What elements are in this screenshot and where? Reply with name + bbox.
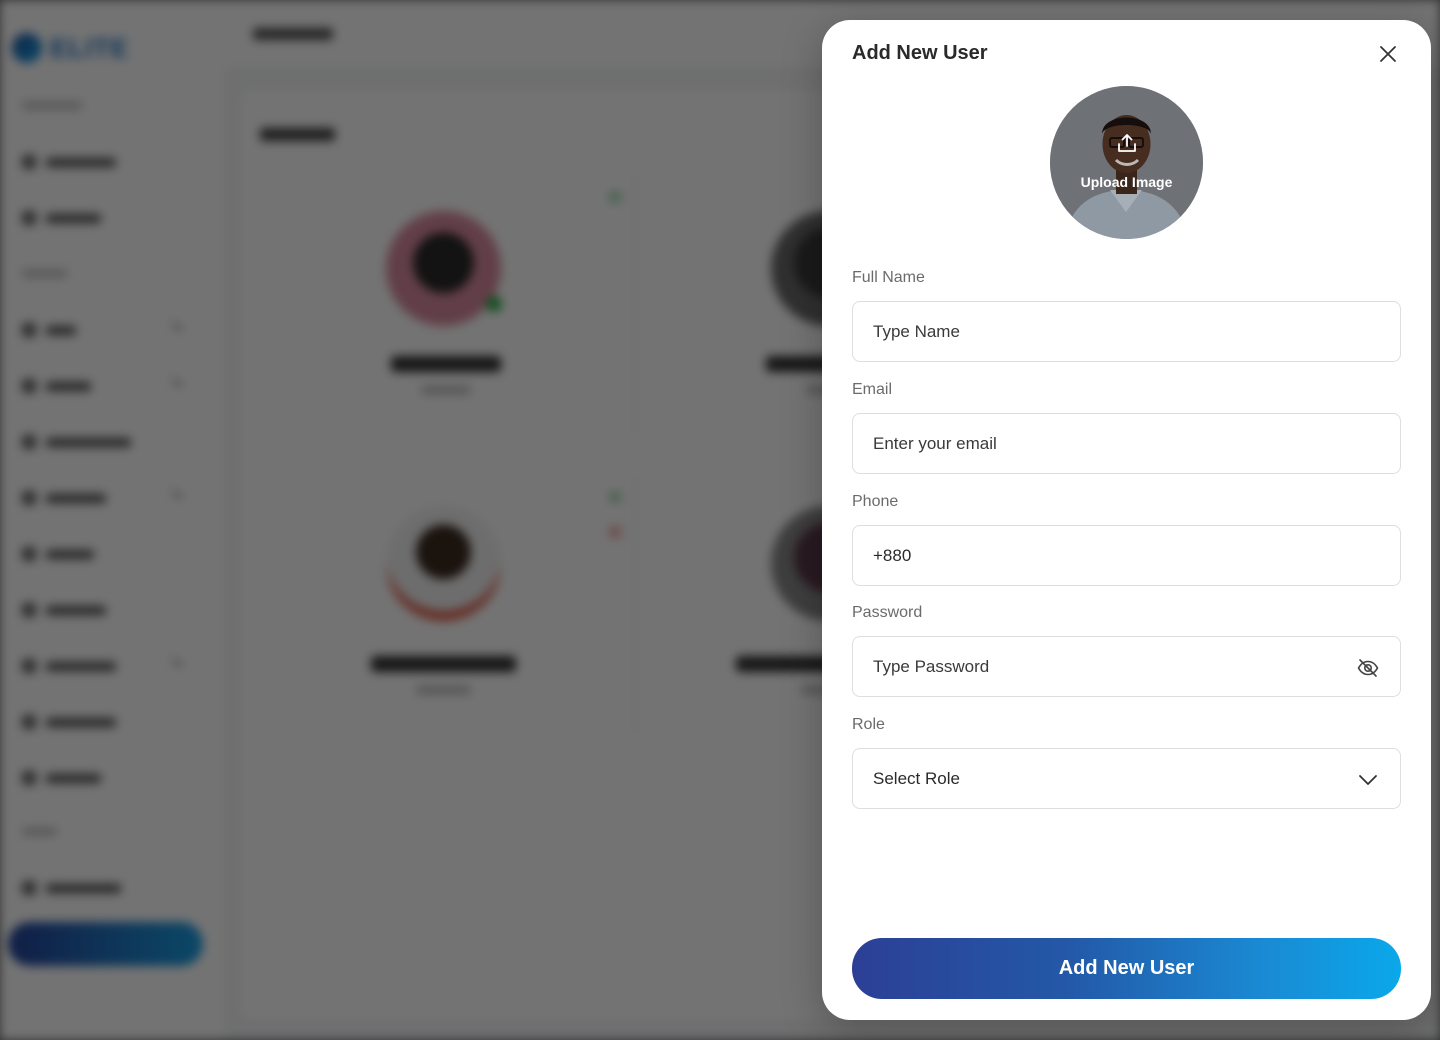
chevron-down-icon bbox=[1359, 775, 1377, 785]
full-name-label: Full Name bbox=[852, 269, 925, 286]
email-field-box bbox=[852, 413, 1401, 474]
upload-icon bbox=[1118, 134, 1136, 152]
upload-image-button[interactable]: Upload Image bbox=[1050, 86, 1203, 239]
email-label: Email bbox=[852, 381, 893, 398]
role-selected-value: Select Role bbox=[873, 769, 960, 788]
close-button[interactable] bbox=[1374, 40, 1402, 68]
password-field-box bbox=[852, 636, 1401, 697]
add-user-modal: Add New User Upload Image Full Name Emai bbox=[822, 20, 1431, 1020]
password-label: Password bbox=[852, 604, 923, 621]
role-label: Role bbox=[852, 716, 885, 733]
modal-title: Add New User bbox=[852, 42, 988, 64]
phone-field-box bbox=[852, 525, 1401, 586]
phone-input[interactable] bbox=[853, 526, 1400, 585]
full-name-field-box bbox=[852, 301, 1401, 362]
password-input[interactable] bbox=[853, 637, 1400, 696]
eye-off-icon[interactable] bbox=[1356, 656, 1380, 680]
close-icon bbox=[1380, 46, 1396, 62]
full-name-input[interactable] bbox=[853, 302, 1400, 361]
add-new-user-button[interactable]: Add New User bbox=[852, 938, 1401, 999]
phone-label: Phone bbox=[852, 493, 899, 510]
upload-image-label: Upload Image bbox=[1080, 174, 1173, 190]
email-input[interactable] bbox=[853, 414, 1400, 473]
role-select[interactable]: Select Role bbox=[852, 748, 1401, 809]
